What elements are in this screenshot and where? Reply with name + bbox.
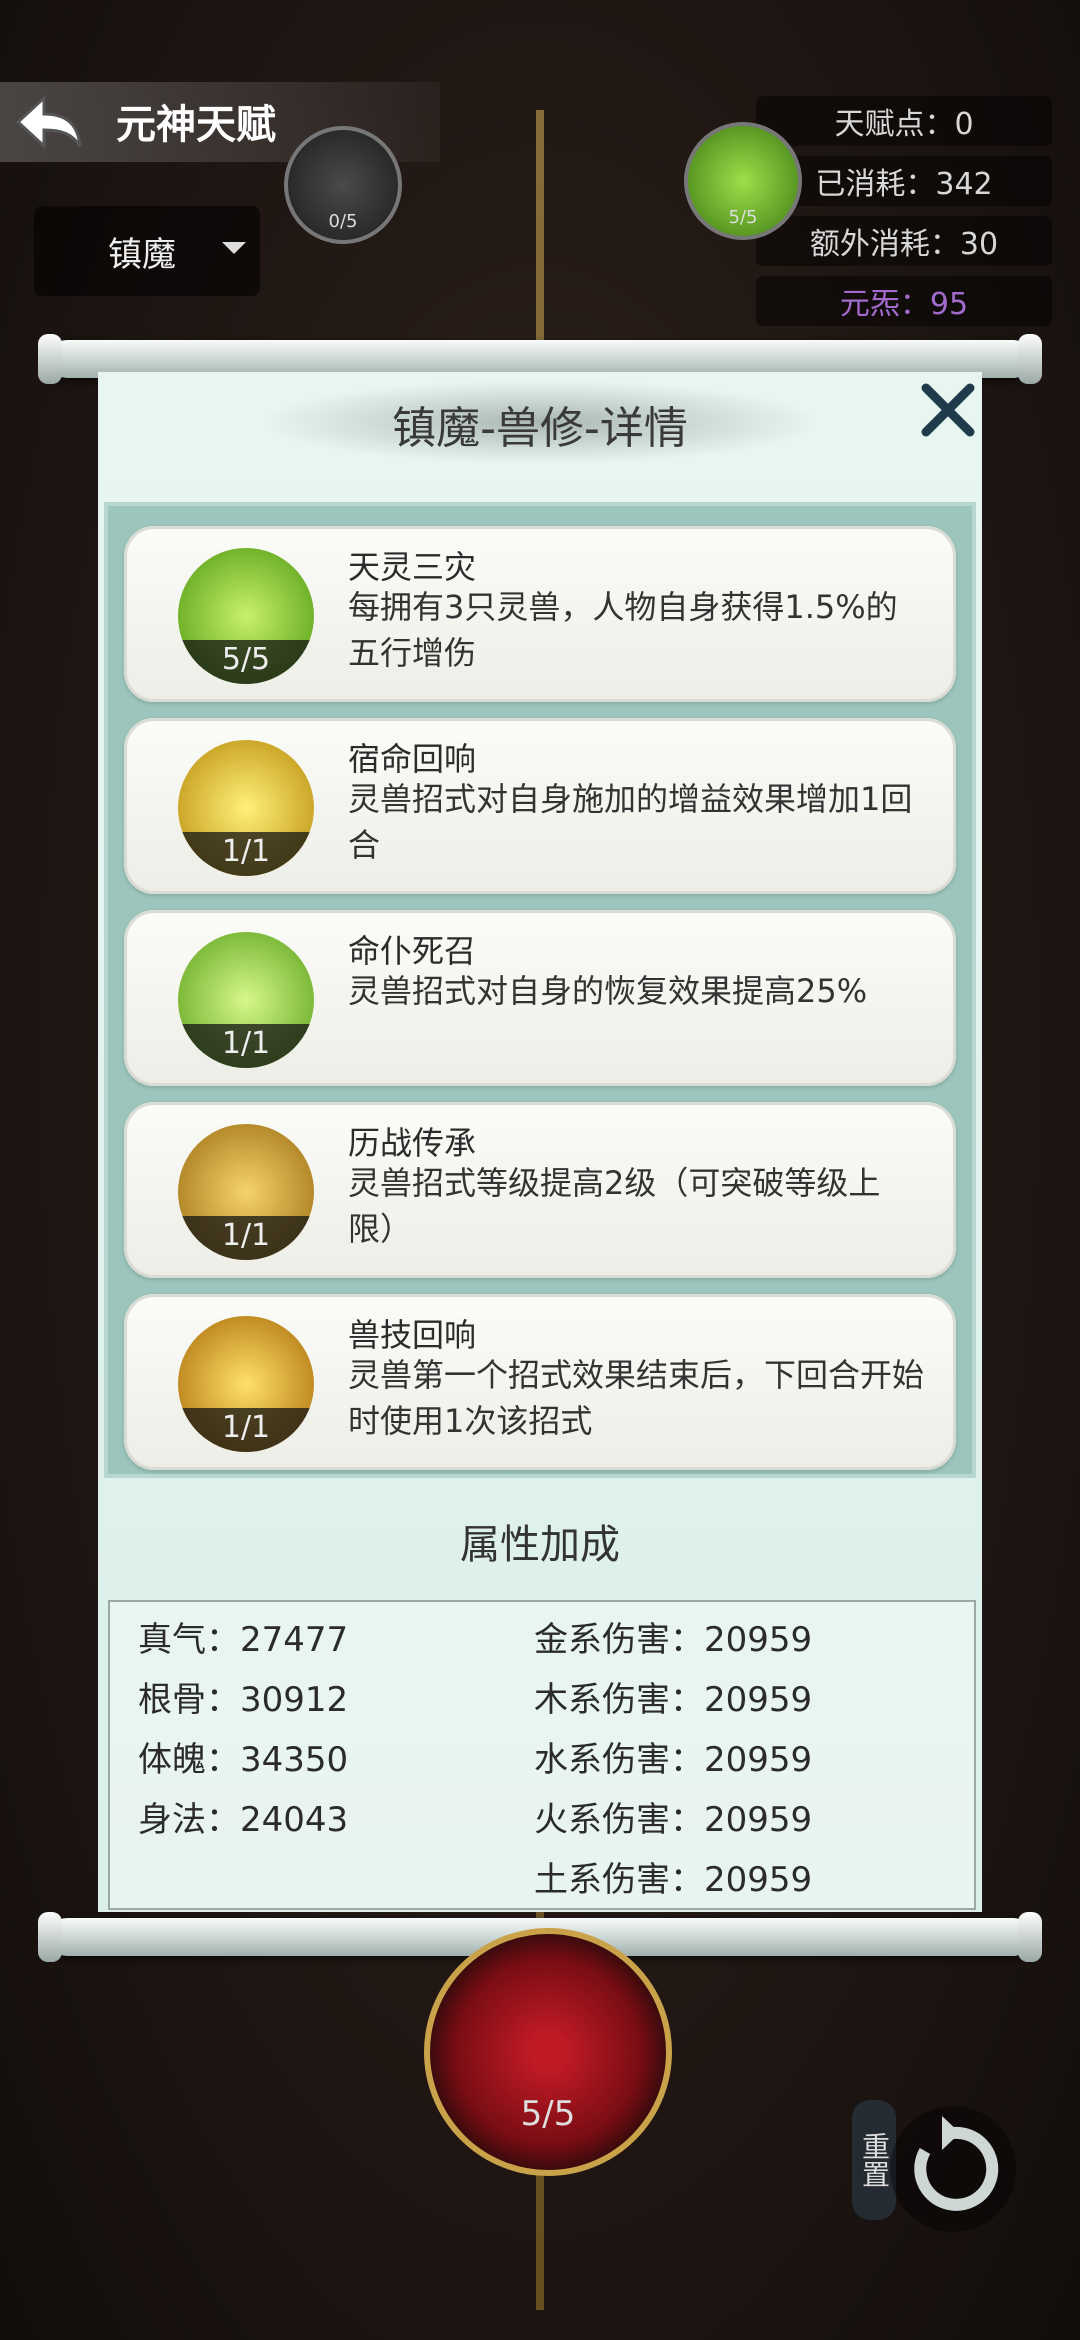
attr-left: 根骨：30912 (138, 1680, 349, 1720)
skill-level: 1/1 (178, 1216, 314, 1260)
talent-node-bottom[interactable]: 5/5 (424, 1928, 672, 2176)
skill-desc: 灵兽第一个招式效果结束后，下回合开始时使用1次该招式 (348, 1356, 925, 1440)
node-count: 0/5 (328, 211, 358, 232)
attribute-bonus-title: 属性加成 (460, 1522, 620, 1568)
talent-node-right[interactable]: 5/5 (684, 122, 802, 240)
skill-card[interactable]: 1/1 兽技回响 灵兽第一个招式效果结束后，下回合开始时使用1次该招式 (124, 1294, 956, 1470)
skill-name: 天灵三灾 (348, 548, 477, 586)
skill-desc: 灵兽招式对自身的恢复效果提高25% (348, 972, 868, 1010)
skill-desc: 灵兽招式对自身施加的增益效果增加1回合 (348, 780, 913, 864)
attr-right: 金系伤害：20959 (534, 1620, 813, 1660)
skill-desc: 灵兽招式等级提高2级（可突破等级上限） (348, 1164, 881, 1248)
skill-level: 1/1 (178, 1408, 314, 1452)
skill-level: 5/5 (178, 640, 314, 684)
attr-left: 真气：27477 (138, 1620, 349, 1660)
dropdown-value: 镇魔 (108, 234, 176, 275)
skill-level: 1/1 (178, 832, 314, 876)
skill-icon: 1/1 (178, 740, 314, 876)
extra-consumed: 额外消耗：30 (756, 216, 1052, 266)
skill-desc: 每拥有3只灵兽，人物自身获得1.5%的五行增伤 (348, 588, 898, 672)
skill-icon: 1/1 (178, 1316, 314, 1452)
talent-stats: 天赋点：0 已消耗：342 额外消耗：30 元炁：95 (756, 96, 1052, 336)
attr-right: 木系伤害：20959 (534, 1680, 813, 1720)
skill-card[interactable]: 5/5 天灵三灾 每拥有3只灵兽，人物自身获得1.5%的五行增伤 (124, 526, 956, 702)
back-arrow-icon[interactable] (14, 94, 84, 150)
attr-left: 体魄：34350 (138, 1740, 349, 1780)
skill-name: 兽技回响 (348, 1316, 477, 1354)
reset-icon[interactable] (890, 2106, 1016, 2232)
node-count: 5/5 (520, 2094, 576, 2134)
category-dropdown[interactable]: 镇魔 (34, 206, 260, 296)
skill-name: 历战传承 (348, 1124, 477, 1162)
skill-icon: 1/1 (178, 1124, 314, 1260)
attr-right: 水系伤害：20959 (534, 1740, 813, 1780)
page-title: 元神天赋 (116, 102, 276, 148)
attr-right: 火系伤害：20959 (534, 1800, 813, 1840)
skill-card[interactable]: 1/1 历战传承 灵兽招式等级提高2级（可突破等级上限） (124, 1102, 956, 1278)
skill-card[interactable]: 1/1 命仆死召 灵兽招式对自身的恢复效果提高25% (124, 910, 956, 1086)
skill-name: 命仆死召 (348, 932, 477, 970)
node-count: 5/5 (728, 207, 758, 228)
attr-right: 土系伤害：20959 (534, 1860, 813, 1900)
skill-name: 宿命回响 (348, 740, 477, 778)
close-icon[interactable] (920, 382, 976, 438)
chevron-down-icon (222, 242, 246, 254)
talent-points: 天赋点：0 (756, 96, 1052, 146)
panel-title: 镇魔-兽修-详情 (392, 403, 688, 454)
attr-left: 身法：24043 (138, 1800, 349, 1840)
skill-icon: 5/5 (178, 548, 314, 684)
talent-node-left[interactable]: 0/5 (284, 126, 402, 244)
skill-level: 1/1 (178, 1024, 314, 1068)
skill-icon: 1/1 (178, 932, 314, 1068)
reset-label[interactable]: 重置 (852, 2100, 896, 2220)
skill-card[interactable]: 1/1 宿命回响 灵兽招式对自身施加的增益效果增加1回合 (124, 718, 956, 894)
yuanqi-value: 元炁：95 (756, 276, 1052, 326)
